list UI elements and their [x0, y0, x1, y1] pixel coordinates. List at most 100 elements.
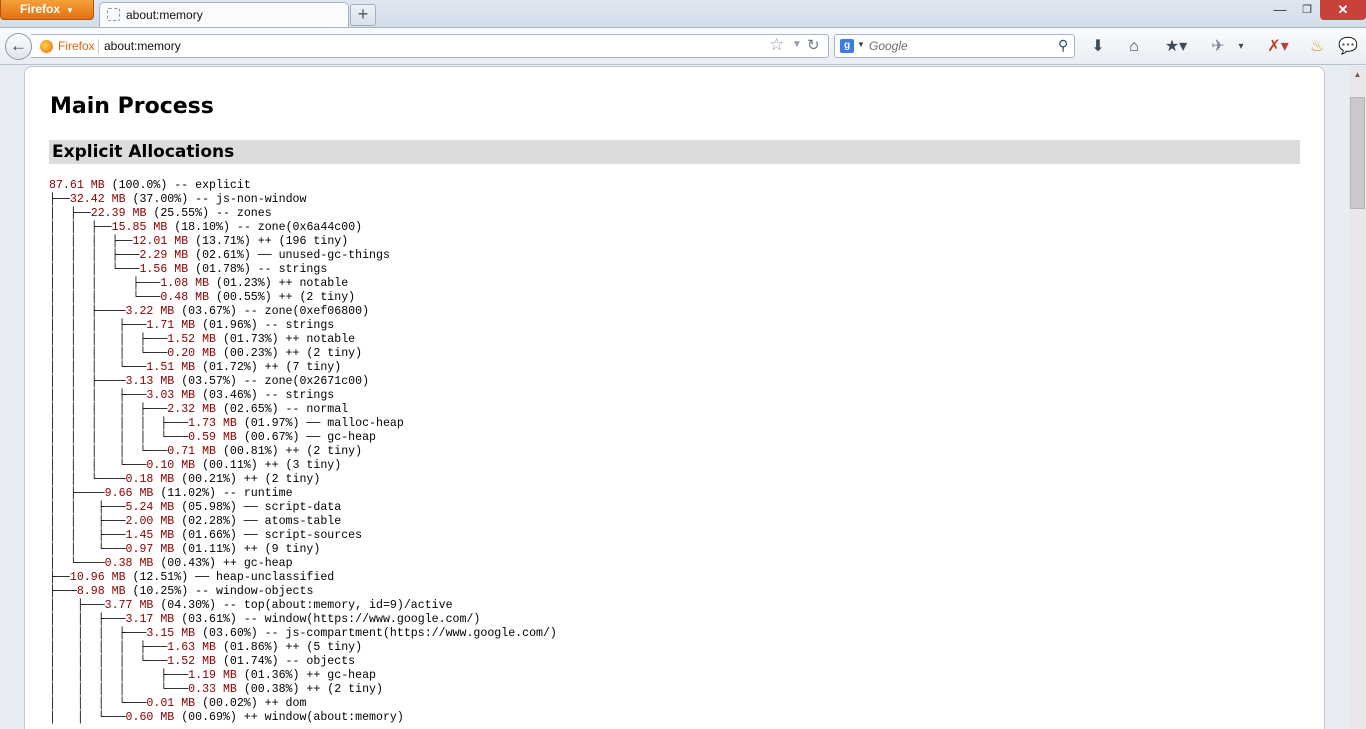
tree-size: 1.51 MB	[146, 361, 196, 374]
tree-row[interactable]: │ │ ├───1.45 MB (01.66%) ── script-sourc…	[49, 529, 557, 543]
tree-size: 0.20 MB	[167, 347, 216, 360]
tree-size: 0.97 MB	[125, 543, 175, 556]
tree-row[interactable]: │ │ ├────3.22 MB (03.67%) -- zone(0xef06…	[49, 305, 557, 319]
tree-label: (03.60%) -- js-compartment(https://www.g…	[195, 627, 557, 640]
search-input[interactable]	[869, 38, 1049, 54]
tree-row[interactable]: │ ├────9.66 MB (11.02%) -- runtime	[49, 487, 557, 501]
tree-row[interactable]: │ │ ├───3.17 MB (03.61%) -- window(https…	[49, 613, 557, 627]
tree-branch: │ │ │ │ │ └───	[49, 431, 189, 444]
tree-label: (10.25%) -- window-objects	[125, 585, 314, 598]
tree-row[interactable]: │ │ └───0.60 MB (00.69%) ++ window(about…	[49, 711, 557, 725]
restore-button[interactable]: ❐	[1294, 0, 1320, 20]
tree-size: 3.13 MB	[125, 375, 175, 388]
tree-size: 0.33 MB	[188, 683, 237, 696]
title-bar: Firefox ▼ about:memory + — ❐ ✕	[0, 0, 1366, 27]
tree-branch: ├──	[49, 571, 70, 584]
firefox-menu-button[interactable]: Firefox ▼	[0, 0, 94, 20]
search-icon[interactable]: ⚲	[1058, 37, 1068, 54]
tree-row[interactable]: │ │ │ ├───3.15 MB (03.60%) -- js-compart…	[49, 627, 557, 641]
tree-row[interactable]: │ │ │ └───0.48 MB (00.55%) ++ (2 tiny)	[49, 291, 557, 305]
identity-label[interactable]: Firefox	[58, 39, 95, 53]
tree-row[interactable]: │ │ │ └───0.10 MB (00.11%) ++ (3 tiny)	[49, 459, 557, 473]
tree-row[interactable]: │ │ ├──15.85 MB (18.10%) -- zone(0x6a44c…	[49, 221, 557, 235]
tree-size: 0.01 MB	[146, 697, 196, 710]
tree-row[interactable]: ├──10.96 MB (12.51%) ── heap-unclassifie…	[49, 571, 557, 585]
close-window-button[interactable]: ✕	[1320, 0, 1366, 20]
url-text[interactable]: about:memory	[104, 39, 181, 53]
tree-row[interactable]: │ │ ├───5.24 MB (05.98%) ── script-data	[49, 501, 557, 515]
tree-row[interactable]: │ │ │ │ └───0.33 MB (00.38%) ++ (2 tiny)	[49, 683, 557, 697]
home-icon[interactable]: ⌂	[1124, 37, 1144, 57]
tree-row[interactable]: │ │ │ │ ├───1.19 MB (01.36%) ++ gc-heap	[49, 669, 557, 683]
minimize-button[interactable]: —	[1266, 0, 1294, 20]
toolbar-dropdown-icon[interactable]: ▾	[1234, 37, 1248, 57]
tree-row[interactable]: │ │ │ ├──12.01 MB (13.71%) ++ (196 tiny)	[49, 235, 557, 249]
tree-branch: │ │ ├────	[49, 305, 126, 318]
tree-row[interactable]: │ │ │ │ └───0.71 MB (00.81%) ++ (2 tiny)	[49, 445, 557, 459]
bookmark-star-icon[interactable]: ☆	[769, 35, 784, 55]
tree-row[interactable]: │ │ │ ├───3.03 MB (03.46%) -- strings	[49, 389, 557, 403]
url-bar[interactable]: Firefox about:memory ☆ ▼ ↻	[31, 34, 829, 58]
tree-size: 3.77 MB	[104, 599, 154, 612]
tree-row[interactable]: │ ├───3.77 MB (04.30%) -- top(about:memo…	[49, 599, 557, 613]
search-bar[interactable]: g ▼ ⚲	[834, 34, 1075, 58]
tree-size: 0.48 MB	[160, 291, 210, 304]
tree-row[interactable]: │ │ │ │ ├───2.32 MB (02.65%) -- normal	[49, 403, 557, 417]
tree-branch: │ ├──	[49, 207, 91, 220]
addon-icon[interactable]: ✈	[1208, 37, 1228, 57]
tree-row[interactable]: │ │ │ ├───1.08 MB (01.23%) ++ notable	[49, 277, 557, 291]
tree-row[interactable]: │ │ │ └───1.56 MB (01.78%) -- strings	[49, 263, 557, 277]
vertical-scrollbar[interactable]: ▲	[1349, 66, 1366, 729]
tree-branch: │ │ ├────	[49, 375, 126, 388]
chat-icon[interactable]: 💬	[1338, 37, 1358, 57]
tree-label: (00.11%) ++ (3 tiny)	[195, 459, 342, 472]
tab-about-memory[interactable]: about:memory	[99, 2, 349, 27]
page-content: Main Process Explicit Allocations 87.61 …	[24, 66, 1325, 729]
tree-branch: │ │ │ │ ├───	[49, 333, 168, 346]
back-button[interactable]: ←	[5, 33, 32, 60]
tree-label: (03.61%) -- window(https://www.google.co…	[174, 613, 481, 626]
tree-row[interactable]: │ │ │ │ │ ├───1.73 MB (01.97%) ── malloc…	[49, 417, 557, 431]
tree-row[interactable]: │ │ │ └───1.51 MB (01.72%) ++ (7 tiny)	[49, 361, 557, 375]
tree-row[interactable]: │ ├──22.39 MB (25.55%) -- zones	[49, 207, 557, 221]
tree-branch: │ │ ├───	[49, 529, 126, 542]
medal-icon[interactable]: ♨	[1308, 37, 1326, 57]
tree-label: (01.36%) ++ gc-heap	[236, 669, 377, 682]
scroll-thumb[interactable]	[1350, 97, 1365, 209]
tree-row[interactable]: │ │ ├────3.13 MB (03.57%) -- zone(0x2671…	[49, 375, 557, 389]
downloads-icon[interactable]: ⬇	[1088, 37, 1108, 57]
page-title: Main Process	[50, 94, 214, 119]
tree-row[interactable]: │ │ │ ├───1.71 MB (01.96%) -- strings	[49, 319, 557, 333]
scroll-up-arrow-icon[interactable]: ▲	[1349, 66, 1366, 83]
engine-dropdown-icon[interactable]: ▼	[857, 40, 865, 49]
new-tab-button[interactable]: +	[350, 4, 376, 26]
tree-row[interactable]: ├──32.42 MB (37.00%) -- js-non-window	[49, 193, 557, 207]
google-engine-icon[interactable]: g	[840, 39, 854, 53]
tree-size: 1.73 MB	[188, 417, 237, 430]
tree-row[interactable]: 87.61 MB (100.0%) -- explicit	[49, 179, 557, 193]
tree-row[interactable]: │ │ └───0.97 MB (01.11%) ++ (9 tiny)	[49, 543, 557, 557]
tree-row[interactable]: │ └────0.38 MB (00.43%) ++ gc-heap	[49, 557, 557, 571]
tree-row[interactable]: │ │ └────0.18 MB (00.21%) ++ (2 tiny)	[49, 473, 557, 487]
tree-row[interactable]: │ │ │ │ │ └───0.59 MB (00.67%) ── gc-hea…	[49, 431, 557, 445]
tree-row[interactable]: │ │ │ └───0.01 MB (00.02%) ++ dom	[49, 697, 557, 711]
bookmarks-menu-icon[interactable]: ★▾	[1160, 37, 1192, 57]
addon-tools-icon[interactable]: ✗▾	[1262, 37, 1294, 57]
tree-row[interactable]: │ │ ├───2.00 MB (02.28%) ── atoms-table	[49, 515, 557, 529]
reload-icon[interactable]: ↻	[807, 36, 820, 54]
tree-row[interactable]: │ │ │ │ └───1.52 MB (01.74%) -- objects	[49, 655, 557, 669]
tree-row[interactable]: │ │ │ │ └───0.20 MB (00.23%) ++ (2 tiny)	[49, 347, 557, 361]
tree-branch: │ │ │ │ ├───	[49, 641, 168, 654]
tab-title: about:memory	[126, 8, 203, 22]
tree-branch: │ │ │ └───	[49, 697, 147, 710]
tree-label: (03.57%) -- zone(0x2671c00)	[174, 375, 370, 388]
tree-row[interactable]: ├───8.98 MB (10.25%) -- window-objects	[49, 585, 557, 599]
history-dropdown-icon[interactable]: ▼	[792, 39, 802, 50]
tree-branch: │ │ │ ├───	[49, 389, 147, 402]
tree-branch: │ │ │ └───	[49, 291, 161, 304]
tree-row[interactable]: │ │ │ ├───2.29 MB (02.61%) ── unused-gc-…	[49, 249, 557, 263]
tree-row[interactable]: │ │ │ │ ├───1.63 MB (01.86%) ++ (5 tiny)	[49, 641, 557, 655]
tree-size: 8.98 MB	[76, 585, 126, 598]
tree-size: 1.56 MB	[139, 263, 189, 276]
tree-row[interactable]: │ │ │ │ ├───1.52 MB (01.73%) ++ notable	[49, 333, 557, 347]
